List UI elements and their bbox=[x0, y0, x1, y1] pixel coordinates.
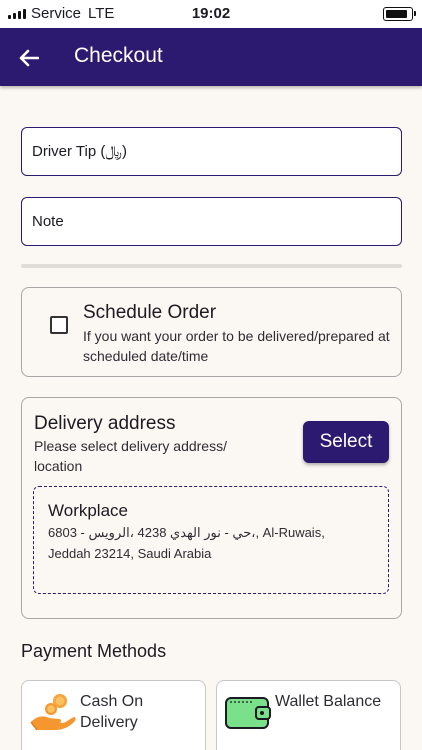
battery-icon bbox=[383, 7, 416, 21]
delivery-address-card: Delivery address Please select delivery … bbox=[21, 397, 402, 619]
driver-tip-input[interactable] bbox=[22, 128, 401, 175]
delivery-address-description: Please select delivery address/ location bbox=[34, 438, 227, 474]
status-time: 19:02 bbox=[191, 5, 231, 22]
payment-option-cash[interactable]: Cash On Delivery bbox=[21, 680, 206, 750]
delivery-address-title: Delivery address bbox=[34, 413, 176, 434]
payment-wallet-label: Wallet Balance bbox=[275, 693, 382, 710]
note-field[interactable] bbox=[21, 197, 402, 246]
address-name: Workplace bbox=[48, 501, 128, 520]
payment-cash-label: Cash On Delivery bbox=[80, 693, 144, 731]
schedule-title: Schedule Order bbox=[83, 302, 217, 323]
note-input[interactable] bbox=[22, 198, 401, 245]
schedule-description: If you want your order to be delivered/p… bbox=[83, 328, 390, 364]
selected-address[interactable]: Workplace 6803 - حي - نور الهدي 4238 ،ال… bbox=[33, 486, 389, 594]
address-line: 6803 - حي - نور الهدي 4238 ،الرويس،, Al-… bbox=[48, 525, 325, 561]
app-bar: Checkout bbox=[0, 28, 422, 86]
wallet-icon bbox=[225, 697, 271, 729]
select-address-button[interactable]: Select bbox=[303, 421, 389, 463]
cash-hand-icon bbox=[30, 694, 76, 731]
payment-methods-heading: Payment Methods bbox=[21, 641, 167, 661]
driver-tip-field[interactable] bbox=[21, 127, 402, 176]
schedule-checkbox[interactable] bbox=[50, 316, 68, 334]
payment-option-wallet[interactable]: Wallet Balance bbox=[216, 680, 401, 750]
schedule-order-card: Schedule Order If you want your order to… bbox=[21, 287, 402, 377]
back-button[interactable] bbox=[16, 45, 42, 71]
arrow-left-icon bbox=[19, 49, 39, 67]
page-title: Checkout bbox=[74, 44, 163, 67]
status-bar: Service LTE 19:02 bbox=[0, 0, 422, 28]
section-divider bbox=[21, 264, 402, 268]
